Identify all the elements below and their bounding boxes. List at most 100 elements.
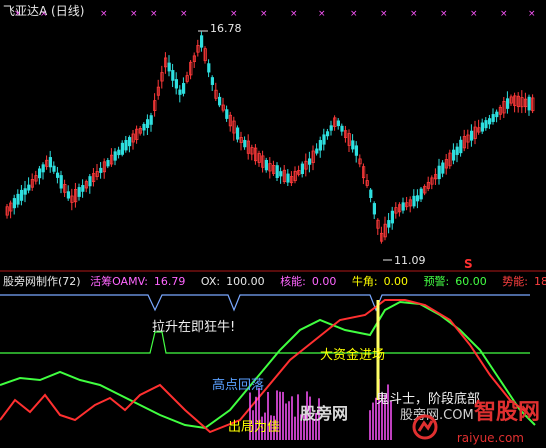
candle-body	[275, 165, 279, 178]
indicator-header: 股旁网制作(72) 活筹OAMV: 16.79 OX: 100.00 核能: 0.00…	[3, 274, 546, 290]
top-marker: ×	[440, 9, 448, 19]
candle-body	[441, 162, 445, 174]
indicator-potential: 势能:18.34	[502, 275, 546, 288]
candle-body	[322, 134, 326, 145]
candle-body	[264, 159, 269, 171]
candle-body	[88, 176, 92, 187]
candle-body	[235, 127, 240, 140]
candle-body	[171, 70, 175, 81]
indicator-core: 核能: 0.00	[280, 275, 337, 288]
candle-body	[52, 165, 56, 172]
candle-body	[59, 175, 63, 189]
blue-signal-line	[0, 294, 530, 312]
top-marker: ×	[318, 9, 326, 19]
candle-body	[217, 96, 222, 106]
candle-body	[300, 163, 305, 174]
high-fall-annotation: 高点回落	[212, 378, 265, 393]
candle-body	[81, 185, 85, 192]
candle-body	[390, 210, 395, 224]
candle-body	[174, 79, 178, 89]
candle-body	[329, 125, 333, 131]
candle-body	[99, 167, 103, 173]
candle-body	[38, 168, 42, 179]
candle-body	[351, 140, 355, 150]
rise-annotation: 拉升在即狂牛!	[152, 320, 236, 335]
candle-body	[178, 89, 182, 95]
candle-body	[415, 195, 420, 202]
candle-body	[279, 171, 283, 177]
candle-body	[167, 62, 171, 72]
logo-icon	[412, 414, 438, 440]
top-marker: ×	[230, 9, 238, 19]
candle-body	[459, 139, 463, 154]
green-signal-line	[0, 331, 530, 354]
candle-body	[527, 96, 531, 111]
candle-body	[210, 77, 214, 85]
candle-body	[455, 146, 459, 155]
candle-body	[325, 131, 330, 137]
indicator-bullhorn: 牛角: 0.00	[351, 275, 409, 288]
candle-body	[149, 115, 153, 125]
candle-body	[48, 157, 53, 168]
candle-body	[243, 139, 247, 148]
low-price-label: 11.09	[394, 254, 426, 267]
top-marker: ×	[350, 9, 358, 19]
candle-body	[23, 188, 27, 195]
candle-body	[113, 151, 117, 161]
candle-body	[354, 145, 359, 156]
candle-body	[199, 35, 204, 48]
candle-body	[12, 198, 16, 209]
big-capital-annotation: 大资金进场	[320, 348, 386, 363]
top-marker: ×	[100, 9, 108, 19]
candle-body	[77, 187, 81, 197]
top-marker: ×	[380, 9, 388, 19]
candle-body	[181, 83, 186, 94]
top-marker: ×	[130, 9, 138, 19]
candle-body	[505, 98, 510, 109]
logo-text: 智股网	[473, 400, 540, 425]
candle-body	[491, 114, 495, 122]
candle-body	[66, 191, 70, 199]
indicator-warning: 预警: 60.00	[423, 275, 487, 288]
candle-body	[16, 193, 20, 205]
candle-body	[56, 172, 60, 178]
candle-body	[336, 120, 341, 127]
candle-body	[401, 202, 405, 211]
top-marker: ×	[410, 9, 418, 19]
candle-body	[106, 160, 110, 167]
candle-body	[307, 158, 312, 165]
candle-body	[315, 148, 319, 154]
indicator-oamv: 活筹OAMV: 16.79	[90, 275, 186, 288]
candle-body	[117, 149, 121, 156]
candle-body	[495, 111, 499, 118]
candle-body	[340, 125, 344, 132]
candle-body	[145, 119, 150, 128]
candle-body	[480, 122, 485, 132]
candle-body	[369, 189, 373, 198]
high-price-label: 16.78	[210, 22, 242, 35]
candle-body	[207, 63, 211, 73]
candle-body	[487, 118, 492, 125]
top-marker: ×	[260, 9, 268, 19]
candle-body	[41, 164, 45, 173]
top-marker: ×	[500, 9, 508, 19]
top-marker: ×	[180, 9, 188, 19]
candle-body	[225, 109, 229, 119]
chart-title: 飞亚达A (日线)	[3, 4, 85, 18]
candle-body	[484, 120, 488, 129]
indicator-name: 股旁网制作(72)	[3, 275, 81, 288]
candle-body	[437, 165, 441, 180]
logo-url: raiyue.com	[456, 431, 524, 445]
candle-body	[124, 139, 128, 151]
sell-signal-marker: S	[464, 257, 473, 271]
candle-body	[19, 189, 24, 201]
candle-body	[372, 203, 377, 215]
candle-body	[286, 173, 290, 183]
candle-body	[387, 220, 391, 228]
top-marker: ×	[290, 9, 298, 19]
exit-annotation: 出局为佳	[228, 420, 281, 435]
indicator-ox: OX: 100.00	[200, 275, 265, 288]
candle-body	[412, 195, 416, 207]
candle-body	[469, 130, 474, 141]
top-marker: ×	[470, 9, 478, 19]
